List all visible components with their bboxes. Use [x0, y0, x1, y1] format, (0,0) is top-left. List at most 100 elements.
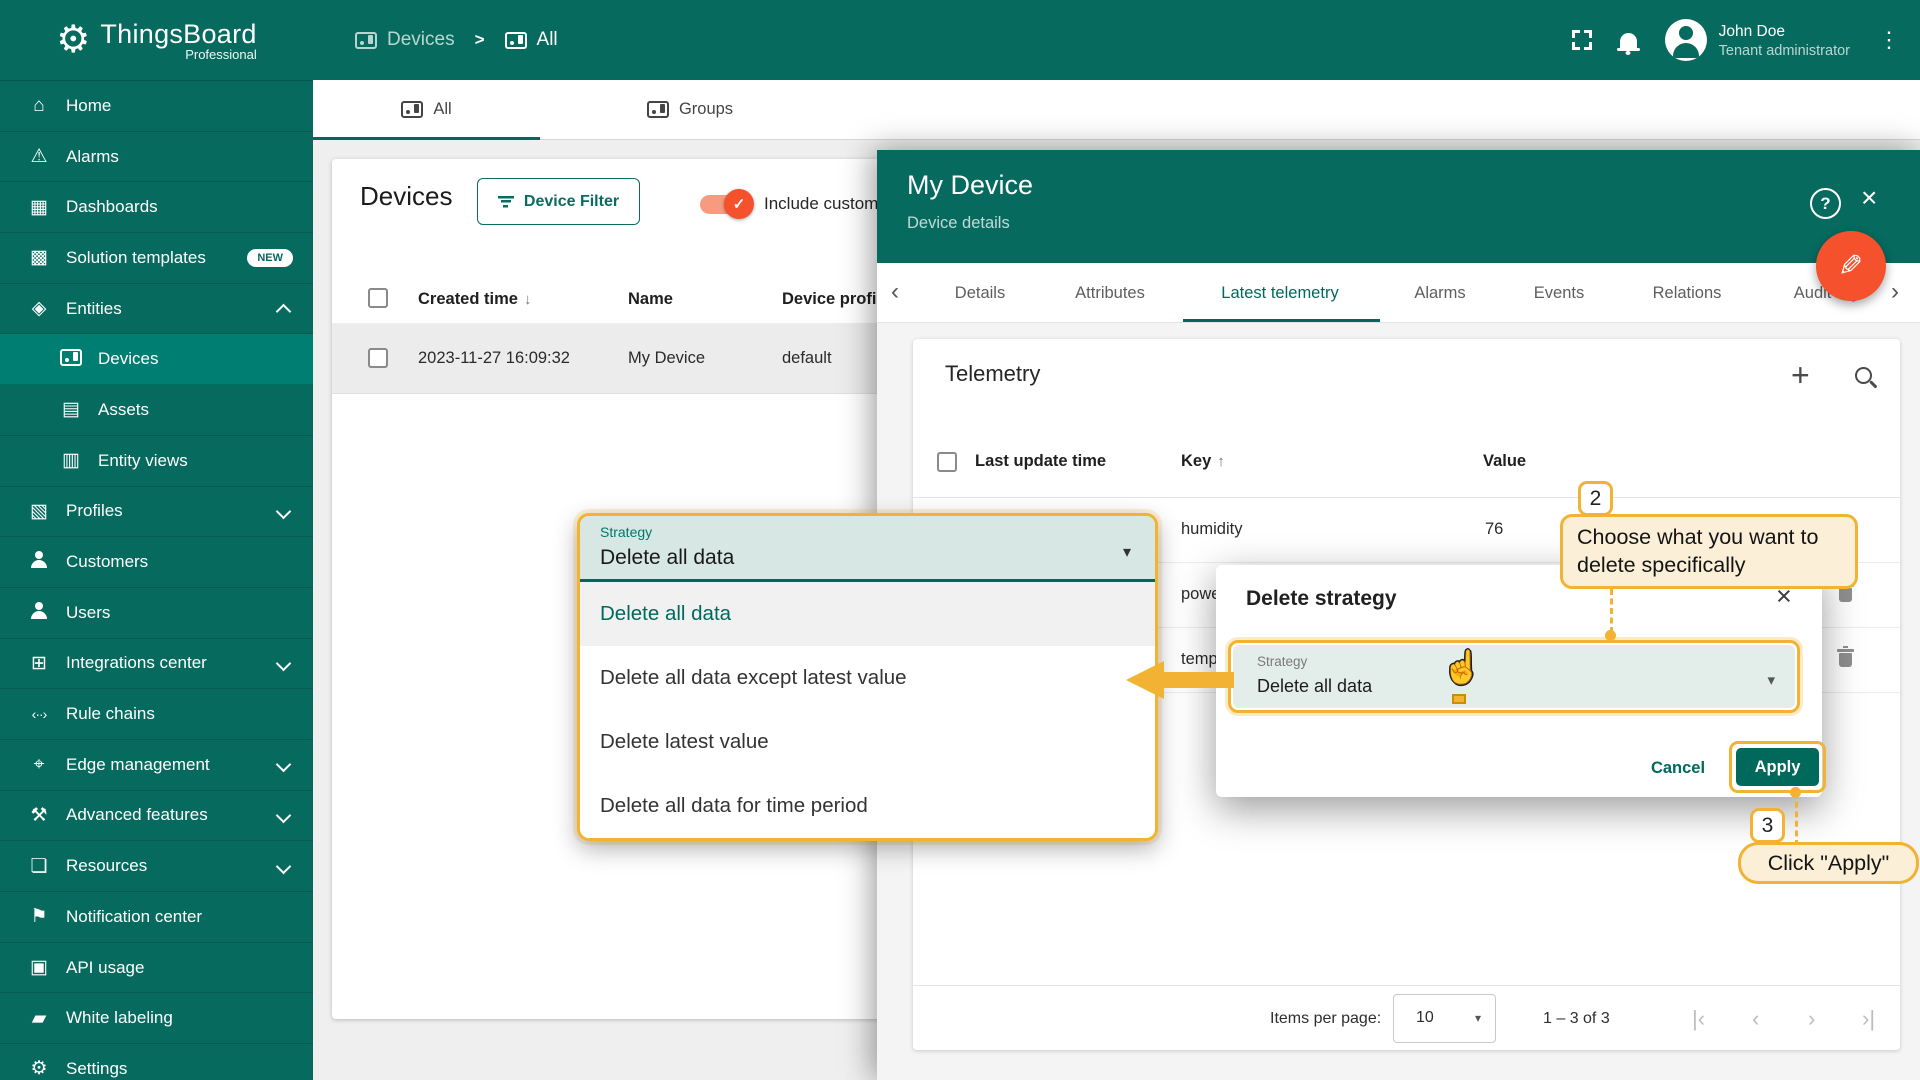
row-checkbox[interactable] — [368, 348, 388, 368]
cell-name: My Device — [628, 349, 706, 367]
tab-events[interactable]: Events — [1534, 263, 1584, 323]
white-labeling-icon: ▰ — [31, 1007, 47, 1029]
devices-icon — [646, 101, 669, 118]
notifications-bell-icon[interactable] — [1616, 32, 1640, 51]
tab-groups[interactable]: Groups — [540, 80, 840, 139]
sidebar-item-resources[interactable]: ❏ Resources — [0, 841, 313, 892]
strategy-field-label: Strategy — [600, 524, 653, 540]
edit-fab-button[interactable]: ✎ — [1816, 231, 1886, 301]
column-key[interactable]: Key ↑ — [1181, 452, 1225, 471]
include-customers-toggle-thumb[interactable]: ✓ — [724, 189, 754, 219]
thingsboard-logo-icon: ⚙ — [56, 19, 91, 61]
sidebar-item-assets[interactable]: ▤ Assets — [0, 385, 313, 436]
next-page-icon[interactable]: › — [1808, 986, 1815, 1051]
sidebar-item-devices[interactable]: Devices — [0, 334, 313, 386]
breadcrumb-separator: > — [474, 30, 485, 49]
select-all-checkbox[interactable] — [368, 288, 388, 308]
column-last-update-time[interactable]: Last update time — [975, 452, 1106, 471]
entity-tab-bar: All Groups — [313, 80, 1920, 140]
add-telemetry-icon[interactable]: + — [1791, 357, 1810, 394]
sidebar-item-white-labeling[interactable]: ▰ White labeling — [0, 993, 313, 1045]
brand-logo[interactable]: ⚙ ThingsBoard Professional — [0, 0, 313, 81]
brand-name: ThingsBoard — [100, 18, 257, 49]
sidebar-item-entity-views[interactable]: ▥ Entity views — [0, 436, 313, 487]
delete-telemetry-icon[interactable] — [1837, 646, 1854, 667]
tabs-scroll-left-icon[interactable]: ‹ — [891, 263, 899, 321]
last-page-icon[interactable]: ›| — [1862, 986, 1875, 1051]
sidebar-item-home[interactable]: ⌂ Home — [0, 81, 313, 132]
column-created-time[interactable]: Created time ↓ — [418, 290, 531, 309]
sidebar-item-dashboards[interactable]: ▦ Dashboards — [0, 182, 313, 234]
column-value[interactable]: Value — [1483, 452, 1526, 471]
strategy-select[interactable]: Strategy Delete all data ▾ — [1233, 645, 1795, 708]
strategy-select-field[interactable]: Strategy Delete all data ▾ — [580, 516, 1155, 582]
chevron-down-icon: ▾ — [1767, 672, 1775, 689]
cell-created-time: 2023-11-27 16:09:32 — [418, 349, 570, 367]
device-filter-button[interactable]: Device Filter — [477, 178, 640, 225]
annotation-arrow-icon — [1126, 661, 1164, 699]
option-delete-latest-value[interactable]: Delete latest value — [580, 710, 1155, 774]
tab-relations[interactable]: Relations — [1653, 263, 1722, 323]
previous-page-icon[interactable]: ‹ — [1752, 986, 1759, 1051]
user-menu[interactable]: John Doe Tenant administrator — [1664, 19, 1850, 61]
chevron-down-icon: ▾ — [1474, 1011, 1481, 1025]
column-name[interactable]: Name — [628, 290, 673, 309]
tab-alarms[interactable]: Alarms — [1414, 263, 1465, 323]
sidebar-item-profiles[interactable]: ▧ Profiles — [0, 487, 313, 538]
annotation-dashed-line-step2 — [1610, 589, 1613, 633]
chevron-down-icon — [275, 807, 292, 824]
home-icon: ⌂ — [33, 95, 45, 117]
sidebar-item-rule-chains[interactable]: ‹··› Rule chains — [0, 689, 313, 740]
sidebar-item-settings[interactable]: ⚙ Settings — [0, 1044, 313, 1080]
chevron-up-icon — [275, 303, 292, 320]
sidebar-item-customers[interactable]: Customers — [0, 537, 313, 588]
sidebar-item-users[interactable]: Users — [0, 588, 313, 639]
sidebar-item-alarms[interactable]: ⚠ Alarms — [0, 132, 313, 183]
option-delete-data-time-period[interactable]: Delete all data for time period — [580, 774, 1155, 838]
drawer-tab-bar: ‹ Details Attributes Latest telemetry Al… — [877, 263, 1920, 323]
sidebar-item-solution-templates[interactable]: ▩ Solution templates NEW — [0, 233, 313, 284]
sidebar-item-edge-management[interactable]: ⌖ Edge management — [0, 740, 313, 791]
tab-all[interactable]: All — [313, 80, 540, 139]
annotation-dashed-line-step3 — [1795, 792, 1798, 846]
tab-attributes[interactable]: Attributes — [1075, 263, 1145, 323]
close-drawer-icon[interactable]: × — [1861, 184, 1877, 212]
sidebar: ⚙ ThingsBoard Professional ⌂ Home ⚠ Alarms… — [0, 0, 313, 1080]
avatar — [1664, 19, 1707, 61]
first-page-icon[interactable]: |‹ — [1692, 986, 1705, 1051]
delete-telemetry-icon[interactable] — [1837, 581, 1854, 602]
sidebar-item-notification-center[interactable]: ⚑ Notification center — [0, 892, 313, 943]
breadcrumb-all[interactable]: All — [504, 29, 558, 51]
tab-latest-telemetry[interactable]: Latest telemetry — [1221, 263, 1338, 323]
annotation-step3-number: 3 — [1750, 808, 1785, 843]
sidebar-item-integrations-center[interactable]: ⊞ Integrations center — [0, 639, 313, 690]
cell-key: humidity — [1181, 520, 1243, 538]
option-delete-all-except-latest[interactable]: Delete all data except latest value — [580, 646, 1155, 710]
sidebar-item-api-usage[interactable]: ▣ API usage — [0, 943, 313, 994]
sidebar-item-entities[interactable]: ◈ Entities — [0, 284, 313, 335]
breadcrumb-devices[interactable]: Devices — [355, 29, 455, 51]
solution-templates-icon: ▩ — [30, 247, 48, 269]
sidebar-item-advanced-features[interactable]: ⚒ Advanced features — [0, 791, 313, 842]
help-icon[interactable]: ? — [1810, 188, 1841, 219]
tab-details[interactable]: Details — [955, 263, 1005, 323]
apply-button[interactable]: Apply — [1736, 748, 1819, 786]
pagination-range: 1 – 3 of 3 — [1543, 1010, 1610, 1027]
active-tab-underline — [313, 136, 540, 140]
fullscreen-icon[interactable] — [1571, 30, 1592, 50]
items-per-page-select[interactable]: 10 ▾ — [1393, 994, 1496, 1043]
strategy-field-value: Delete all data — [1257, 676, 1373, 696]
search-icon[interactable] — [1855, 367, 1872, 384]
drawer-title: My Device — [907, 170, 1034, 200]
kebab-menu-icon[interactable]: ⋮ — [1878, 29, 1900, 51]
assets-icon: ▤ — [62, 399, 80, 421]
strategy-field-label: Strategy — [1257, 654, 1308, 669]
users-icon — [26, 602, 52, 624]
option-delete-all-data[interactable]: Delete all data — [580, 582, 1155, 646]
column-device-profile[interactable]: Device profile — [782, 290, 890, 309]
cancel-button[interactable]: Cancel — [1636, 749, 1720, 787]
tabs-scroll-right-icon[interactable]: › — [1891, 263, 1899, 321]
sort-asc-icon: ↑ — [1217, 453, 1225, 470]
dialog-title: Delete strategy — [1246, 587, 1397, 610]
select-all-checkbox[interactable] — [937, 452, 957, 472]
